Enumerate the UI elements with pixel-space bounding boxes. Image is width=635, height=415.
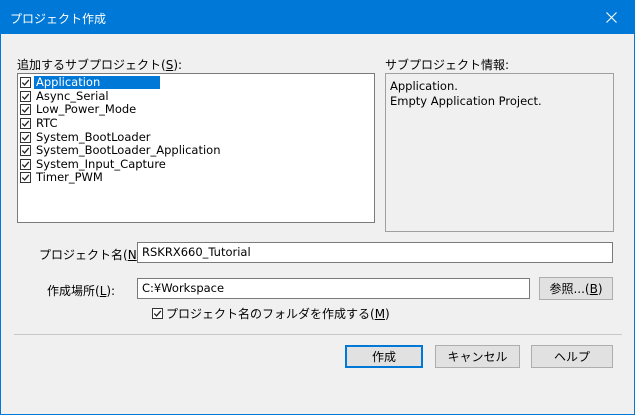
info-line-1: Application. — [390, 79, 458, 93]
subproject-label: Timer_PWM — [36, 170, 103, 185]
create-folder-checkbox[interactable] — [152, 308, 163, 319]
project-name-input[interactable]: RSKRX660_Tutorial — [137, 242, 613, 263]
subproject-checkbox[interactable] — [20, 77, 31, 89]
subproject-item[interactable]: System_BootLoader_Application — [20, 144, 374, 158]
subproject-listbox[interactable]: Application Async_Serial Low_Power_Mode RTC… — [17, 73, 375, 223]
subproject-checkbox[interactable] — [20, 104, 31, 116]
subproject-label: RTC — [36, 116, 58, 131]
create-folder-label: プロジェクト名のフォルダを作成する(M) — [166, 307, 390, 321]
subproject-item[interactable]: Async_Serial — [20, 88, 374, 104]
subproject-checkbox[interactable] — [20, 90, 31, 102]
create-button[interactable]: 作成 — [345, 345, 423, 368]
subproject-label: System_Input_Capture — [36, 156, 166, 171]
subproject-info-box: Application. Empty Application Project. — [385, 73, 614, 232]
subproject-item[interactable]: Low_Power_Mode — [20, 103, 374, 117]
info-line-2: Empty Application Project. — [390, 94, 542, 108]
subproject-item[interactable]: RTC — [20, 117, 374, 131]
project-name-label: プロジェクト名(N): — [39, 248, 145, 262]
subproject-item[interactable]: Application — [20, 76, 374, 90]
subproject-item[interactable]: System_Input_Capture — [20, 156, 374, 172]
subproject-label: Low_Power_Mode — [36, 102, 137, 117]
create-folder-checkbox-row[interactable]: プロジェクト名のフォルダを作成する(M) — [152, 305, 390, 322]
location-input[interactable]: C:¥Workspace — [137, 278, 530, 299]
subproject-item[interactable]: System_BootLoader — [20, 130, 374, 144]
subprojects-label: 追加するサブプロジェクト(S): — [17, 58, 183, 72]
location-label: 作成場所(L): — [47, 284, 116, 298]
subproject-checkbox[interactable] — [20, 145, 31, 157]
browse-button[interactable]: 参照...(B) — [539, 277, 613, 300]
subproject-label: Async_Serial — [36, 88, 109, 103]
title-bar[interactable]: プロジェクト作成 — [1, 1, 634, 34]
subproject-label: System_BootLoader_Application — [36, 143, 221, 158]
help-button[interactable]: ヘルプ — [531, 345, 613, 368]
project-create-dialog: プロジェクト作成 追加するサブプロジェクト(S): Application Asy… — [0, 0, 635, 415]
separator — [14, 334, 622, 335]
subproject-checkbox[interactable] — [20, 158, 31, 170]
subproject-checkbox[interactable] — [20, 172, 31, 184]
subproject-checkbox[interactable] — [20, 118, 31, 130]
window-title: プロジェクト作成 — [10, 12, 107, 26]
subproject-label: Application — [34, 76, 161, 90]
subproject-checkbox[interactable] — [20, 131, 31, 143]
subproject-label: System_BootLoader — [36, 129, 151, 144]
cancel-button[interactable]: キャンセル — [435, 345, 520, 368]
info-label: サブプロジェクト情報: — [385, 58, 510, 72]
close-icon[interactable] — [588, 1, 634, 34]
subproject-item[interactable]: Timer_PWM — [20, 171, 374, 185]
